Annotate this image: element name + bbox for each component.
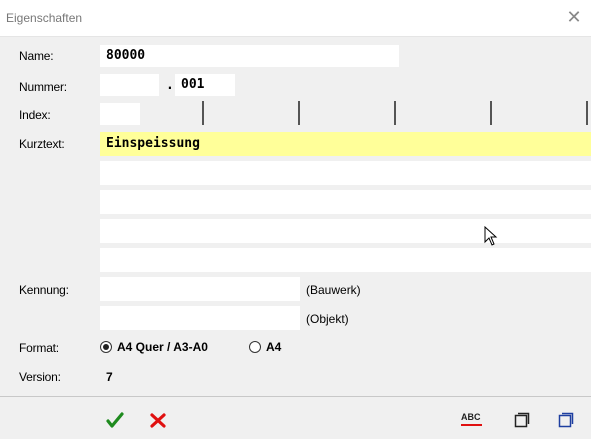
label-version: Version:	[19, 370, 61, 384]
nummer-left-field[interactable]	[100, 74, 159, 96]
index-separator	[490, 101, 492, 125]
footer-divider	[0, 396, 591, 397]
nummer-right-field[interactable]: 001	[175, 74, 235, 96]
kennung-bauwerk-field[interactable]	[100, 277, 300, 301]
label-index: Index:	[19, 108, 51, 122]
x-icon[interactable]	[150, 413, 166, 428]
format-option-a4-quer[interactable]: A4 Quer / A3-A0	[100, 340, 208, 354]
kennung-objekt-suffix: (Objekt)	[306, 312, 349, 326]
mouse-cursor-icon	[484, 226, 498, 246]
index-separator	[202, 101, 204, 125]
label-name: Name:	[19, 49, 54, 63]
radio-unchecked-icon	[249, 341, 261, 353]
label-nummer: Nummer:	[19, 80, 67, 94]
index-separator	[298, 101, 300, 125]
format-option-label: A4 Quer / A3-A0	[117, 340, 208, 354]
kurztext-line-5[interactable]	[100, 248, 591, 272]
label-format: Format:	[19, 341, 59, 355]
index-separator	[586, 101, 588, 125]
window-title: Eigenschaften	[6, 11, 83, 25]
index-field[interactable]	[100, 103, 140, 125]
kurztext-line-3[interactable]	[100, 190, 591, 214]
window-icon[interactable]	[514, 412, 530, 428]
close-icon[interactable]: ✕	[563, 6, 585, 28]
version-value: 7	[106, 370, 113, 384]
index-separator	[394, 101, 396, 125]
kennung-bauwerk-suffix: (Bauwerk)	[306, 283, 361, 297]
window-alt-icon[interactable]	[558, 412, 574, 428]
nummer-separator: .	[166, 78, 174, 93]
label-kennung: Kennung:	[19, 283, 69, 297]
spellcheck-icon[interactable]: ABC	[460, 412, 484, 428]
kurztext-line-2[interactable]	[100, 161, 591, 185]
format-option-a4[interactable]: A4	[249, 340, 281, 354]
kennung-objekt-field[interactable]	[100, 306, 300, 330]
spellcheck-label: ABC	[461, 412, 481, 422]
kurztext-line-4[interactable]	[100, 219, 591, 243]
format-option-label: A4	[266, 340, 282, 354]
check-icon[interactable]	[106, 412, 124, 428]
spellcheck-underline	[461, 424, 482, 426]
radio-checked-icon	[100, 341, 112, 353]
title-bar: Eigenschaften ✕	[0, 0, 591, 37]
kurztext-line-1[interactable]: Einspeissung	[100, 132, 591, 156]
label-kurztext: Kurztext:	[19, 137, 65, 151]
name-field[interactable]: 80000	[100, 45, 399, 67]
